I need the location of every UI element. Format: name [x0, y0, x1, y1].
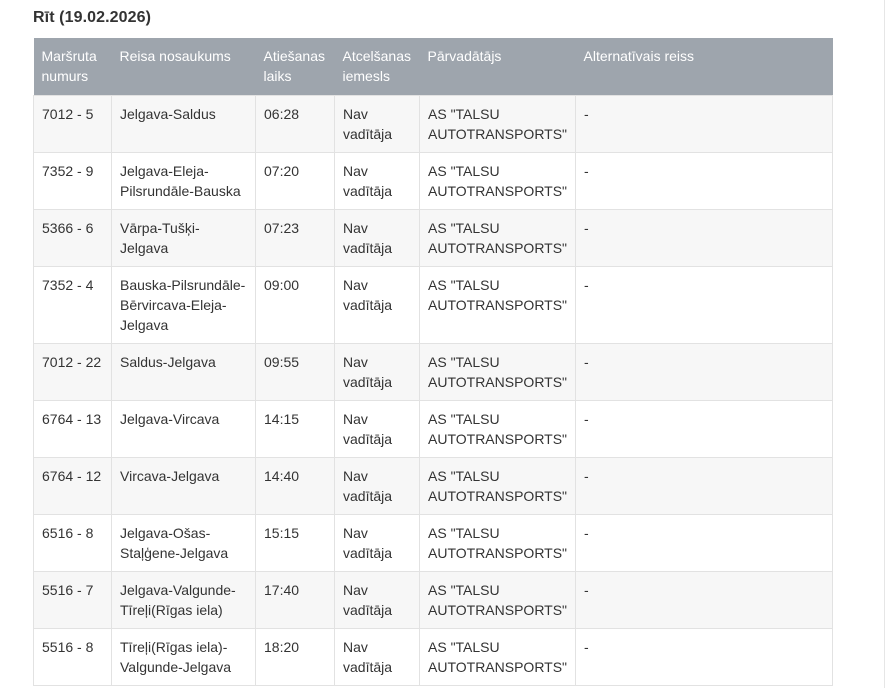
- cell-carrier: AS "TALSU AUTOTRANSPORTS": [418, 628, 576, 686]
- cell-route-number: 6764 - 13: [33, 400, 112, 458]
- table-row: 6516 - 8 Jelgava-Ošas-Staļģene-Jelgava 15:…: [33, 514, 833, 572]
- table-body: 7012 - 5 Jelgava-Saldus 06:28 Nav vadītāja A…: [33, 95, 833, 686]
- cell-alternative-trip: -: [575, 400, 833, 458]
- cell-trip-name: Bauska-Pilsrundāle-Bērvircava-Eleja-Jelg…: [111, 266, 256, 344]
- table-row: 5516 - 7 Jelgava-Valgunde-Tīreļi(Rīgas ie…: [33, 571, 833, 629]
- cell-cancel-reason: Nav vadītāja: [334, 457, 420, 515]
- cell-carrier: AS "TALSU AUTOTRANSPORTS": [418, 571, 576, 629]
- cell-alternative-trip: -: [575, 628, 833, 686]
- cell-trip-name: Jelgava-Vircava: [111, 400, 256, 458]
- cell-cancel-reason: Nav vadītāja: [334, 571, 420, 629]
- cell-trip-name: Vircava-Jelgava: [111, 457, 256, 515]
- cancelled-trips-table: Maršruta numurs Reisa nosaukums Atiešana…: [33, 38, 833, 686]
- cell-cancel-reason: Nav vadītāja: [334, 152, 420, 210]
- header-trip-name: Reisa nosaukums: [111, 38, 256, 96]
- table-row: 7352 - 9 Jelgava-Eleja-Pilsrundāle-Bauska…: [33, 152, 833, 210]
- cell-alternative-trip: -: [575, 209, 833, 267]
- cell-carrier: AS "TALSU AUTOTRANSPORTS": [418, 95, 576, 153]
- cell-departure-time: 09:00: [255, 266, 335, 344]
- table-header: Maršruta numurs Reisa nosaukums Atiešana…: [33, 38, 833, 96]
- cell-alternative-trip: -: [575, 457, 833, 515]
- cell-route-number: 5516 - 7: [33, 571, 112, 629]
- cell-cancel-reason: Nav vadītāja: [334, 266, 420, 344]
- cell-carrier: AS "TALSU AUTOTRANSPORTS": [418, 209, 576, 267]
- cell-cancel-reason: Nav vadītāja: [334, 514, 420, 572]
- cell-departure-time: 09:55: [255, 343, 335, 401]
- cell-carrier: AS "TALSU AUTOTRANSPORTS": [418, 266, 576, 344]
- cell-alternative-trip: -: [575, 571, 833, 629]
- cell-route-number: 7012 - 22: [33, 343, 112, 401]
- cell-departure-time: 14:15: [255, 400, 335, 458]
- cell-trip-name: Jelgava-Valgunde-Tīreļi(Rīgas iela): [111, 571, 256, 629]
- cell-carrier: AS "TALSU AUTOTRANSPORTS": [418, 457, 576, 515]
- cell-route-number: 6764 - 12: [33, 457, 112, 515]
- scroll-edge-divider: [884, 0, 885, 688]
- cell-route-number: 5366 - 6: [33, 209, 112, 267]
- cell-route-number: 6516 - 8: [33, 514, 112, 572]
- cell-departure-time: 18:20: [255, 628, 335, 686]
- page: Rīt (19.02.2026) Maršruta numurs Reisa n…: [0, 0, 886, 688]
- cell-departure-time: 07:20: [255, 152, 335, 210]
- cell-alternative-trip: -: [575, 343, 833, 401]
- cell-departure-time: 07:23: [255, 209, 335, 267]
- section-title: Rīt (19.02.2026): [33, 9, 152, 26]
- cell-alternative-trip: -: [575, 514, 833, 572]
- cell-cancel-reason: Nav vadītāja: [334, 209, 420, 267]
- cell-route-number: 7012 - 5: [33, 95, 112, 153]
- cell-trip-name: Vārpa-Tušķi-Jelgava: [111, 209, 256, 267]
- table-header-row: Maršruta numurs Reisa nosaukums Atiešana…: [33, 38, 833, 96]
- cell-carrier: AS "TALSU AUTOTRANSPORTS": [418, 514, 576, 572]
- cell-departure-time: 14:40: [255, 457, 335, 515]
- table-row: 7012 - 22 Saldus-Jelgava 09:55 Nav vadītāja…: [33, 343, 833, 401]
- header-carrier: Pārvadātājs: [419, 38, 576, 96]
- header-cancel-reason: Atcelšanas iemesls: [334, 38, 420, 96]
- cell-alternative-trip: -: [575, 95, 833, 153]
- header-departure-time: Atiešanas laiks: [255, 38, 335, 96]
- cell-cancel-reason: Nav vadītāja: [334, 95, 420, 153]
- cell-trip-name: Jelgava-Ošas-Staļģene-Jelgava: [111, 514, 256, 572]
- table-row: 6764 - 12 Vircava-Jelgava 14:40 Nav vadītāj…: [33, 457, 833, 515]
- cell-departure-time: 15:15: [255, 514, 335, 572]
- table-row: 6764 - 13 Jelgava-Vircava 14:15 Nav vadītāj…: [33, 400, 833, 458]
- table-row: 5366 - 6 Vārpa-Tušķi-Jelgava 07:23 Nav vadī…: [33, 209, 833, 267]
- cell-carrier: AS "TALSU AUTOTRANSPORTS": [418, 152, 576, 210]
- table-row: 7352 - 4 Bauska-Pilsrundāle-Bērvircava-El…: [33, 266, 833, 344]
- cell-trip-name: Jelgava-Saldus: [111, 95, 256, 153]
- cell-departure-time: 06:28: [255, 95, 335, 153]
- table-row: 7012 - 5 Jelgava-Saldus 06:28 Nav vadītāja A…: [33, 95, 833, 153]
- cell-departure-time: 17:40: [255, 571, 335, 629]
- cell-cancel-reason: Nav vadītāja: [334, 400, 420, 458]
- cell-trip-name: Saldus-Jelgava: [111, 343, 256, 401]
- cell-cancel-reason: Nav vadītāja: [334, 343, 420, 401]
- cell-alternative-trip: -: [575, 266, 833, 344]
- cell-carrier: AS "TALSU AUTOTRANSPORTS": [418, 400, 576, 458]
- cell-route-number: 7352 - 9: [33, 152, 112, 210]
- header-route-number: Maršruta numurs: [33, 38, 112, 96]
- cell-trip-name: Jelgava-Eleja-Pilsrundāle-Bauska: [111, 152, 256, 210]
- cell-trip-name: Tīreļi(Rīgas iela)-Valgunde-Jelgava: [111, 628, 256, 686]
- cell-alternative-trip: -: [575, 152, 833, 210]
- cell-route-number: 5516 - 8: [33, 628, 112, 686]
- cell-carrier: AS "TALSU AUTOTRANSPORTS": [418, 343, 576, 401]
- table-row: 5516 - 8 Tīreļi(Rīgas iela)-Valgunde-Jelg…: [33, 628, 833, 686]
- cell-route-number: 7352 - 4: [33, 266, 112, 344]
- cell-cancel-reason: Nav vadītāja: [334, 628, 420, 686]
- header-alternative-trip: Alternatīvais reiss: [575, 38, 833, 96]
